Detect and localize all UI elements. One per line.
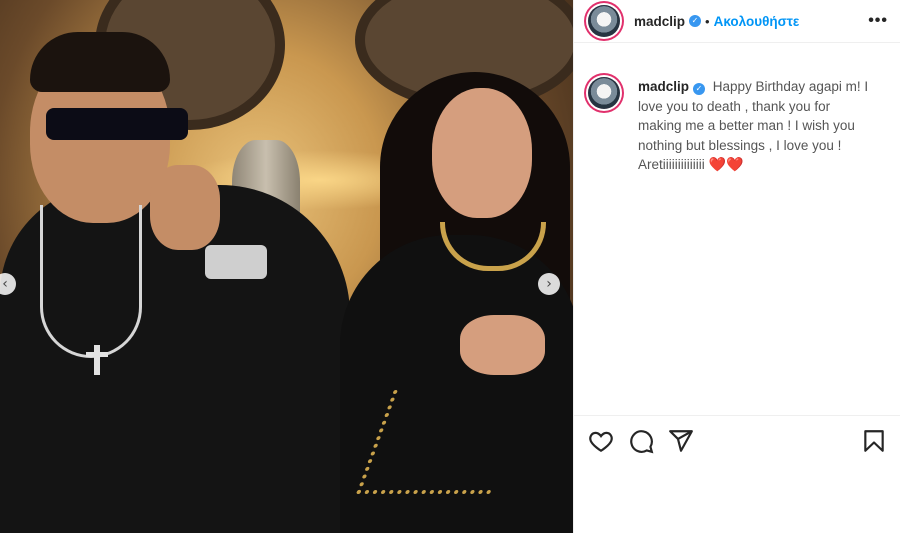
heart-emoji: ❤️❤️: [708, 157, 744, 173]
carousel-next-button[interactable]: ›: [538, 273, 560, 295]
wristwatch: [205, 245, 267, 279]
post-photo[interactable]: ‹ ›: [0, 0, 573, 533]
post-side-panel: madclip ✓ • Ακολουθήστε ••• madclip ✓ Hap…: [573, 0, 900, 533]
avatar[interactable]: [588, 5, 620, 37]
man-hand: [150, 165, 220, 250]
verified-badge-icon: ✓: [693, 83, 706, 95]
post-header: madclip ✓ • Ακολουθήστε •••: [574, 0, 900, 43]
heart-icon[interactable]: [588, 428, 614, 454]
bookmark-icon[interactable]: [861, 428, 887, 454]
man-hair: [30, 32, 170, 92]
action-bar: [574, 415, 900, 465]
caption: madclip ✓ Happy Birthday agapi m! I love …: [574, 43, 900, 176]
username-link[interactable]: madclip: [634, 14, 685, 29]
sunglasses: [46, 108, 188, 140]
instagram-post: ‹ › madclip ✓ • Ακολουθήστε ••• madclip ✓…: [0, 0, 900, 533]
caption-text: madclip ✓ Happy Birthday agapi m! I love …: [638, 77, 873, 176]
verified-badge-icon: ✓: [689, 15, 702, 27]
woman-hand: [460, 315, 545, 375]
woman-face: [432, 88, 532, 218]
separator-dot: •: [705, 13, 710, 29]
chain-necklace: [40, 205, 142, 358]
cross-pendant: [86, 352, 108, 357]
cross-pendant: [94, 345, 100, 375]
comment-icon[interactable]: [628, 428, 654, 454]
caption-avatar[interactable]: [588, 77, 620, 109]
more-options-icon[interactable]: •••: [868, 12, 888, 30]
follow-button[interactable]: Ακολουθήστε: [714, 14, 800, 29]
caption-username-link[interactable]: madclip: [638, 79, 689, 94]
share-icon[interactable]: [668, 428, 694, 454]
